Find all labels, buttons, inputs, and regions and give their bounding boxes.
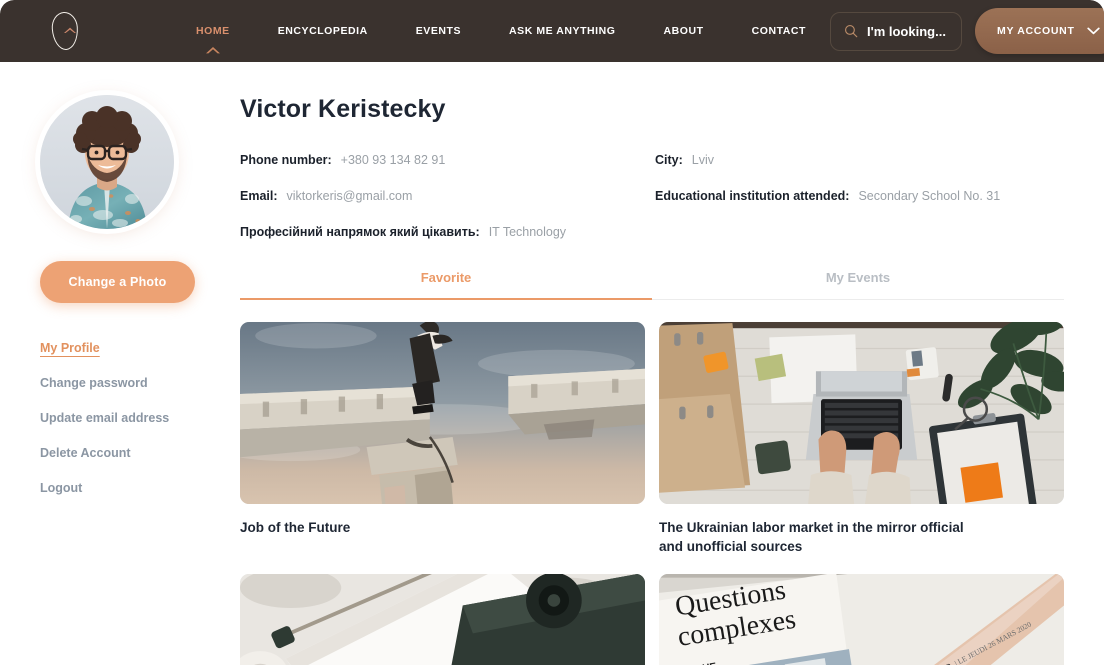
- cards-grid: Job of the Future The Ukrainian labor ma…: [240, 322, 1064, 665]
- profile-field-professional-direction-label: Професійний напрямок який цікавить:: [240, 225, 480, 239]
- sidebar-item-delete-account[interactable]: Delete Account: [40, 446, 131, 460]
- my-account-button[interactable]: MY ACCOUNT: [975, 8, 1104, 54]
- desk-flatlay-image: [659, 322, 1064, 504]
- profile-field-phone-number: Phone number: +380 93 134 82 91: [240, 153, 655, 167]
- search-input-value: I'm looking...: [867, 23, 946, 39]
- main-navigation: HOME ENCYCLOPEDIA EVENTS ASK ME ANYTHING…: [172, 19, 830, 54]
- profile-field-phone-number-value: +380 93 134 82 91: [340, 153, 446, 167]
- card-thumbnail: Questions complexes ÉTHIQUE: [659, 574, 1064, 665]
- site-logo[interactable]: [44, 8, 92, 54]
- card-thumbnail: News: [240, 574, 645, 665]
- logo-chevron-icon: [64, 27, 76, 33]
- profile-main: Victor Keristecky Phone number: +380 93 …: [240, 95, 1104, 665]
- nav-item-home[interactable]: HOME: [172, 19, 254, 54]
- sidebar-item-logout[interactable]: Logout: [40, 481, 82, 495]
- nav-item-contact[interactable]: CONTACT: [728, 19, 830, 43]
- nav-item-about[interactable]: ABOUT: [640, 19, 728, 43]
- page-title: Victor Keristecky: [240, 95, 446, 123]
- nav-item-home-label: HOME: [196, 25, 230, 37]
- profile-field-education-label: Educational institution attended:: [655, 189, 850, 203]
- sidebar-item-my-profile[interactable]: My Profile: [40, 341, 100, 355]
- card-newspaper-questions[interactable]: Questions complexes ÉTHIQUE: [659, 574, 1064, 665]
- account-menu: My Profile Change password Update email …: [40, 341, 240, 495]
- nav-item-about-label: ABOUT: [663, 25, 704, 37]
- card-thumbnail: [240, 322, 645, 504]
- newspaper-questions-image: Questions complexes ÉTHIQUE: [659, 574, 1064, 665]
- profile-field-email-value: viktorkeris@gmail.com: [286, 189, 413, 203]
- profile-sidebar: Change a Photo My Profile Change passwor…: [0, 95, 240, 665]
- search-icon: [845, 25, 858, 38]
- profile-field-email-label: Email:: [240, 189, 278, 203]
- nav-item-ask-me-anything[interactable]: ASK ME ANYTHING: [485, 19, 639, 43]
- site-header: HOME ENCYCLOPEDIA EVENTS ASK ME ANYTHING…: [0, 0, 1104, 62]
- profile-field-city-value: Lviv: [691, 153, 715, 167]
- profile-field-professional-direction-value: IT Technology: [488, 225, 567, 239]
- card-title: Job of the Future: [240, 520, 351, 535]
- card-thumbnail: [659, 322, 1064, 504]
- profile-field-city: City: Lviv: [655, 153, 1064, 167]
- nav-item-encyclopedia-label: ENCYCLOPEDIA: [277, 25, 368, 37]
- nav-item-encyclopedia[interactable]: ENCYCLOPEDIA: [254, 19, 392, 43]
- tab-my-events[interactable]: My Events: [652, 261, 1064, 300]
- chevron-down-icon: [1086, 27, 1100, 35]
- profile-info-right-column: City: Lviv Educational institution atten…: [655, 153, 1064, 225]
- card-job-of-the-future[interactable]: Job of the Future: [240, 322, 645, 556]
- profile-field-professional-direction: Професійний напрямок який цікавить: IT T…: [240, 225, 1064, 239]
- card-title: The Ukrainian labor market in the mirror…: [659, 520, 964, 555]
- profile-field-phone-number-label: Phone number:: [240, 153, 332, 167]
- sidebar-item-change-password[interactable]: Change password: [40, 376, 148, 390]
- card-ukrainian-labor-market[interactable]: The Ukrainian labor market in the mirror…: [659, 322, 1064, 556]
- tab-favorite[interactable]: Favorite: [240, 261, 652, 300]
- avatar[interactable]: [40, 95, 174, 229]
- card-typewriter-news[interactable]: News: [240, 574, 645, 665]
- avatar-photo: [40, 95, 174, 229]
- content-tabs: Favorite My Events: [240, 261, 1064, 300]
- nav-item-ask-me-anything-label: ASK ME ANYTHING: [509, 25, 616, 37]
- profile-info-grid: Phone number: +380 93 134 82 91 Email: v…: [240, 153, 1064, 225]
- app-window: HOME ENCYCLOPEDIA EVENTS ASK ME ANYTHING…: [0, 0, 1104, 665]
- bridge-gap-image: [240, 322, 645, 504]
- page-body: Change a Photo My Profile Change passwor…: [0, 62, 1104, 665]
- profile-field-email: Email: viktorkeris@gmail.com: [240, 189, 655, 203]
- nav-item-events[interactable]: EVENTS: [392, 19, 485, 43]
- profile-info-left-column: Phone number: +380 93 134 82 91 Email: v…: [240, 153, 655, 225]
- nav-item-contact-label: CONTACT: [751, 25, 806, 37]
- nav-active-chevron-up-icon: [205, 47, 220, 54]
- profile-field-city-label: City:: [655, 153, 683, 167]
- nav-item-events-label: EVENTS: [415, 25, 462, 37]
- profile-field-education-value: Secondary School No. 31: [858, 189, 1001, 203]
- search-input[interactable]: I'm looking...: [830, 11, 962, 51]
- change-photo-button[interactable]: Change a Photo: [40, 261, 195, 303]
- typewriter-news-image: News: [240, 574, 645, 665]
- my-account-button-label: MY ACCOUNT: [997, 25, 1075, 37]
- profile-field-education: Educational institution attended: Second…: [655, 189, 1064, 203]
- sidebar-item-update-email-address[interactable]: Update email address: [40, 411, 169, 425]
